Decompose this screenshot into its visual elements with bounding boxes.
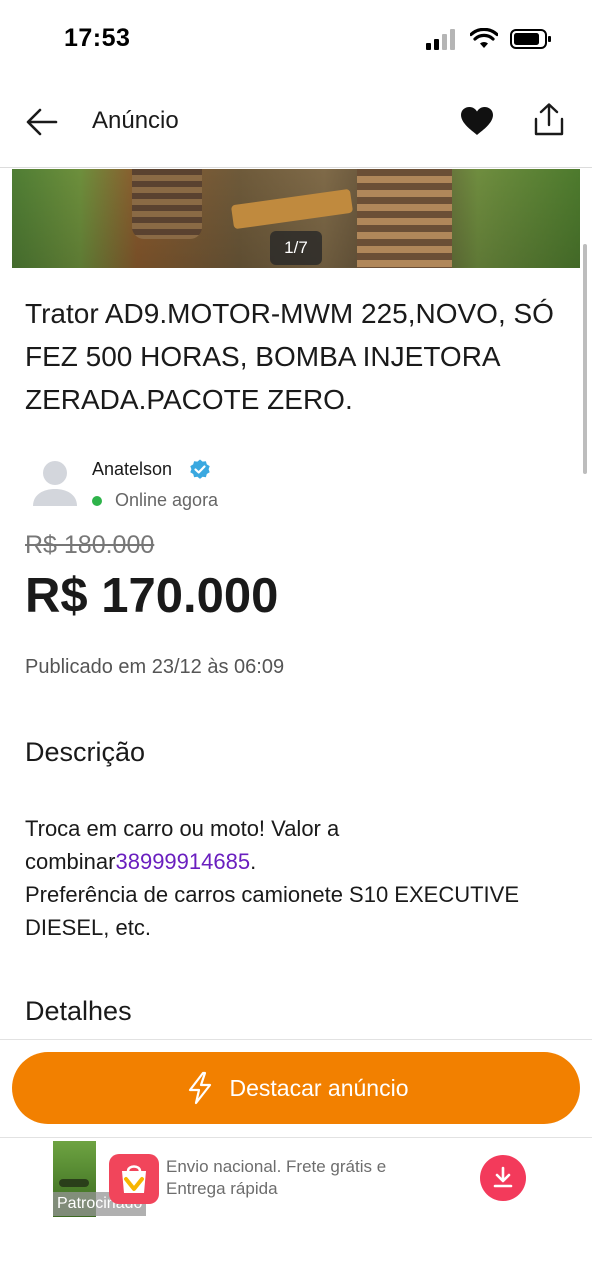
details-heading: Detalhes — [25, 996, 132, 1026]
old-price: R$ 180.000 — [25, 531, 155, 559]
published-date: Publicado em 23/12 às 06:09 — [25, 656, 285, 678]
ad-title: Trator AD9.MOTOR-MWM 225,NOVO, SÓ FEZ 50… — [25, 298, 554, 415]
promote-ad-button[interactable]: Destacar anúncio — [12, 1052, 580, 1124]
image-gallery[interactable]: 1/7 — [12, 169, 580, 268]
status-bar: 17:53 — [0, 0, 592, 80]
description-line1-end: . — [250, 849, 257, 874]
download-button[interactable] — [480, 1155, 526, 1201]
verified-icon — [189, 459, 211, 481]
avatar[interactable] — [30, 458, 80, 512]
description-text: Troca em carro ou moto! Valor a combinar… — [25, 812, 570, 944]
heart-icon — [461, 107, 493, 135]
share-icon — [534, 103, 564, 136]
online-status: Online agora — [115, 490, 219, 510]
promote-ad-label: Destacar anúncio — [229, 1074, 409, 1101]
seller-name[interactable]: Anatelson — [92, 459, 172, 480]
online-status-dot — [92, 496, 102, 506]
page-title: Anúncio — [92, 107, 179, 134]
battery-icon — [510, 29, 551, 49]
lightning-icon — [184, 1071, 216, 1105]
footer-divider — [0, 1039, 592, 1040]
share-button[interactable] — [528, 98, 570, 142]
tractor-blade — [230, 188, 354, 230]
image-counter: 1/7 — [270, 231, 322, 265]
tractor-track-left — [132, 169, 202, 239]
description-line2: Preferência de carros camionete S10 EXEC… — [25, 882, 520, 940]
wifi-icon — [470, 28, 498, 48]
scrollbar[interactable] — [583, 244, 587, 474]
shopping-bag-icon — [109, 1154, 159, 1204]
tractor-track-right — [357, 169, 452, 268]
status-time: 17:53 — [64, 24, 131, 52]
arrow-left-icon — [26, 108, 58, 136]
description-heading: Descrição — [25, 737, 146, 767]
ad-text: Envio nacional. Frete grátis e Entrega r… — [166, 1157, 387, 1198]
sponsored-ad[interactable]: Patrocinado Envio nacional. Frete grátis… — [0, 1138, 592, 1280]
favorite-button[interactable] — [456, 100, 498, 142]
signal-icon — [426, 29, 455, 50]
phone-link[interactable]: 38999914685 — [115, 849, 250, 874]
back-button[interactable] — [22, 102, 62, 142]
download-icon — [493, 1166, 513, 1188]
app-header: Anúncio — [0, 80, 592, 168]
price: R$ 170.000 — [25, 569, 279, 623]
user-icon — [33, 461, 77, 506]
status-icons — [426, 28, 552, 50]
